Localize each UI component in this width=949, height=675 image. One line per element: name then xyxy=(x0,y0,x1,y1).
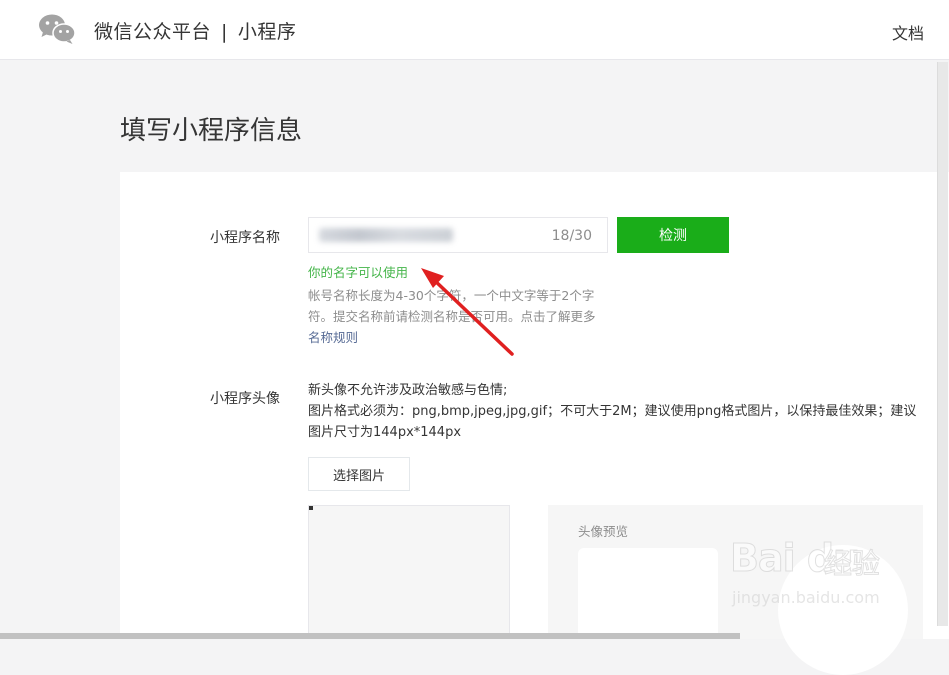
platform-title: 微信公众平台 | 小程序 xyxy=(94,17,296,44)
title-separator: | xyxy=(221,21,228,43)
name-input[interactable]: 18/30 xyxy=(308,217,608,253)
docs-link[interactable]: 文档 xyxy=(892,20,924,44)
avatar-preview-square xyxy=(578,548,718,639)
avatar-preview-label: 头像预览 xyxy=(578,524,629,539)
top-bar: 微信公众平台 | 小程序 文档 xyxy=(0,0,949,60)
choose-image-button[interactable]: 选择图片 xyxy=(308,457,410,491)
crop-handle[interactable] xyxy=(309,506,313,510)
name-rules-link[interactable]: 名称规则 xyxy=(308,330,358,345)
horizontal-scrollbar[interactable] xyxy=(0,633,740,639)
platform-name: 微信公众平台 xyxy=(94,21,212,43)
avatar-label: 小程序头像 xyxy=(210,391,280,407)
avatar-rules: 新头像不允许涉及政治敏感与色情; 图片格式必须为：png,bmp,jpeg,jp… xyxy=(308,380,918,443)
char-counter: 18/30 xyxy=(551,228,592,244)
name-available-message: 你的名字可以使用 xyxy=(308,265,409,280)
image-crop-area[interactable] xyxy=(308,505,510,639)
page-title: 填写小程序信息 xyxy=(120,116,303,146)
name-tips-text: 帐号名称长度为4-30个字符，一个中文字等于2个字符。提交名称前请检测名称是否可… xyxy=(308,288,596,324)
avatar-rule-line-1: 新头像不允许涉及政治敏感与色情; xyxy=(308,383,508,398)
check-name-button[interactable]: 检测 xyxy=(617,217,729,253)
baidu-jingyan-watermark: Bai du 经验 jingyan.baidu.com xyxy=(728,536,928,626)
name-tips: 帐号名称长度为4-30个字符，一个中文字等于2个字符。提交名称前请检测名称是否可… xyxy=(308,285,608,348)
name-label: 小程序名称 xyxy=(210,230,280,246)
section-name: 小程序 xyxy=(237,21,297,43)
vertical-scrollbar[interactable] xyxy=(937,62,948,626)
obscured-name-value xyxy=(319,228,453,242)
avatar-rule-line-2: 图片格式必须为：png,bmp,jpeg,jpg,gif；不可大于2M；建议使用… xyxy=(308,404,917,440)
wechat-logo-icon xyxy=(39,14,76,44)
watermark-url: jingyan.baidu.com xyxy=(732,588,880,607)
watermark-cn-text: 经验 xyxy=(823,547,881,581)
